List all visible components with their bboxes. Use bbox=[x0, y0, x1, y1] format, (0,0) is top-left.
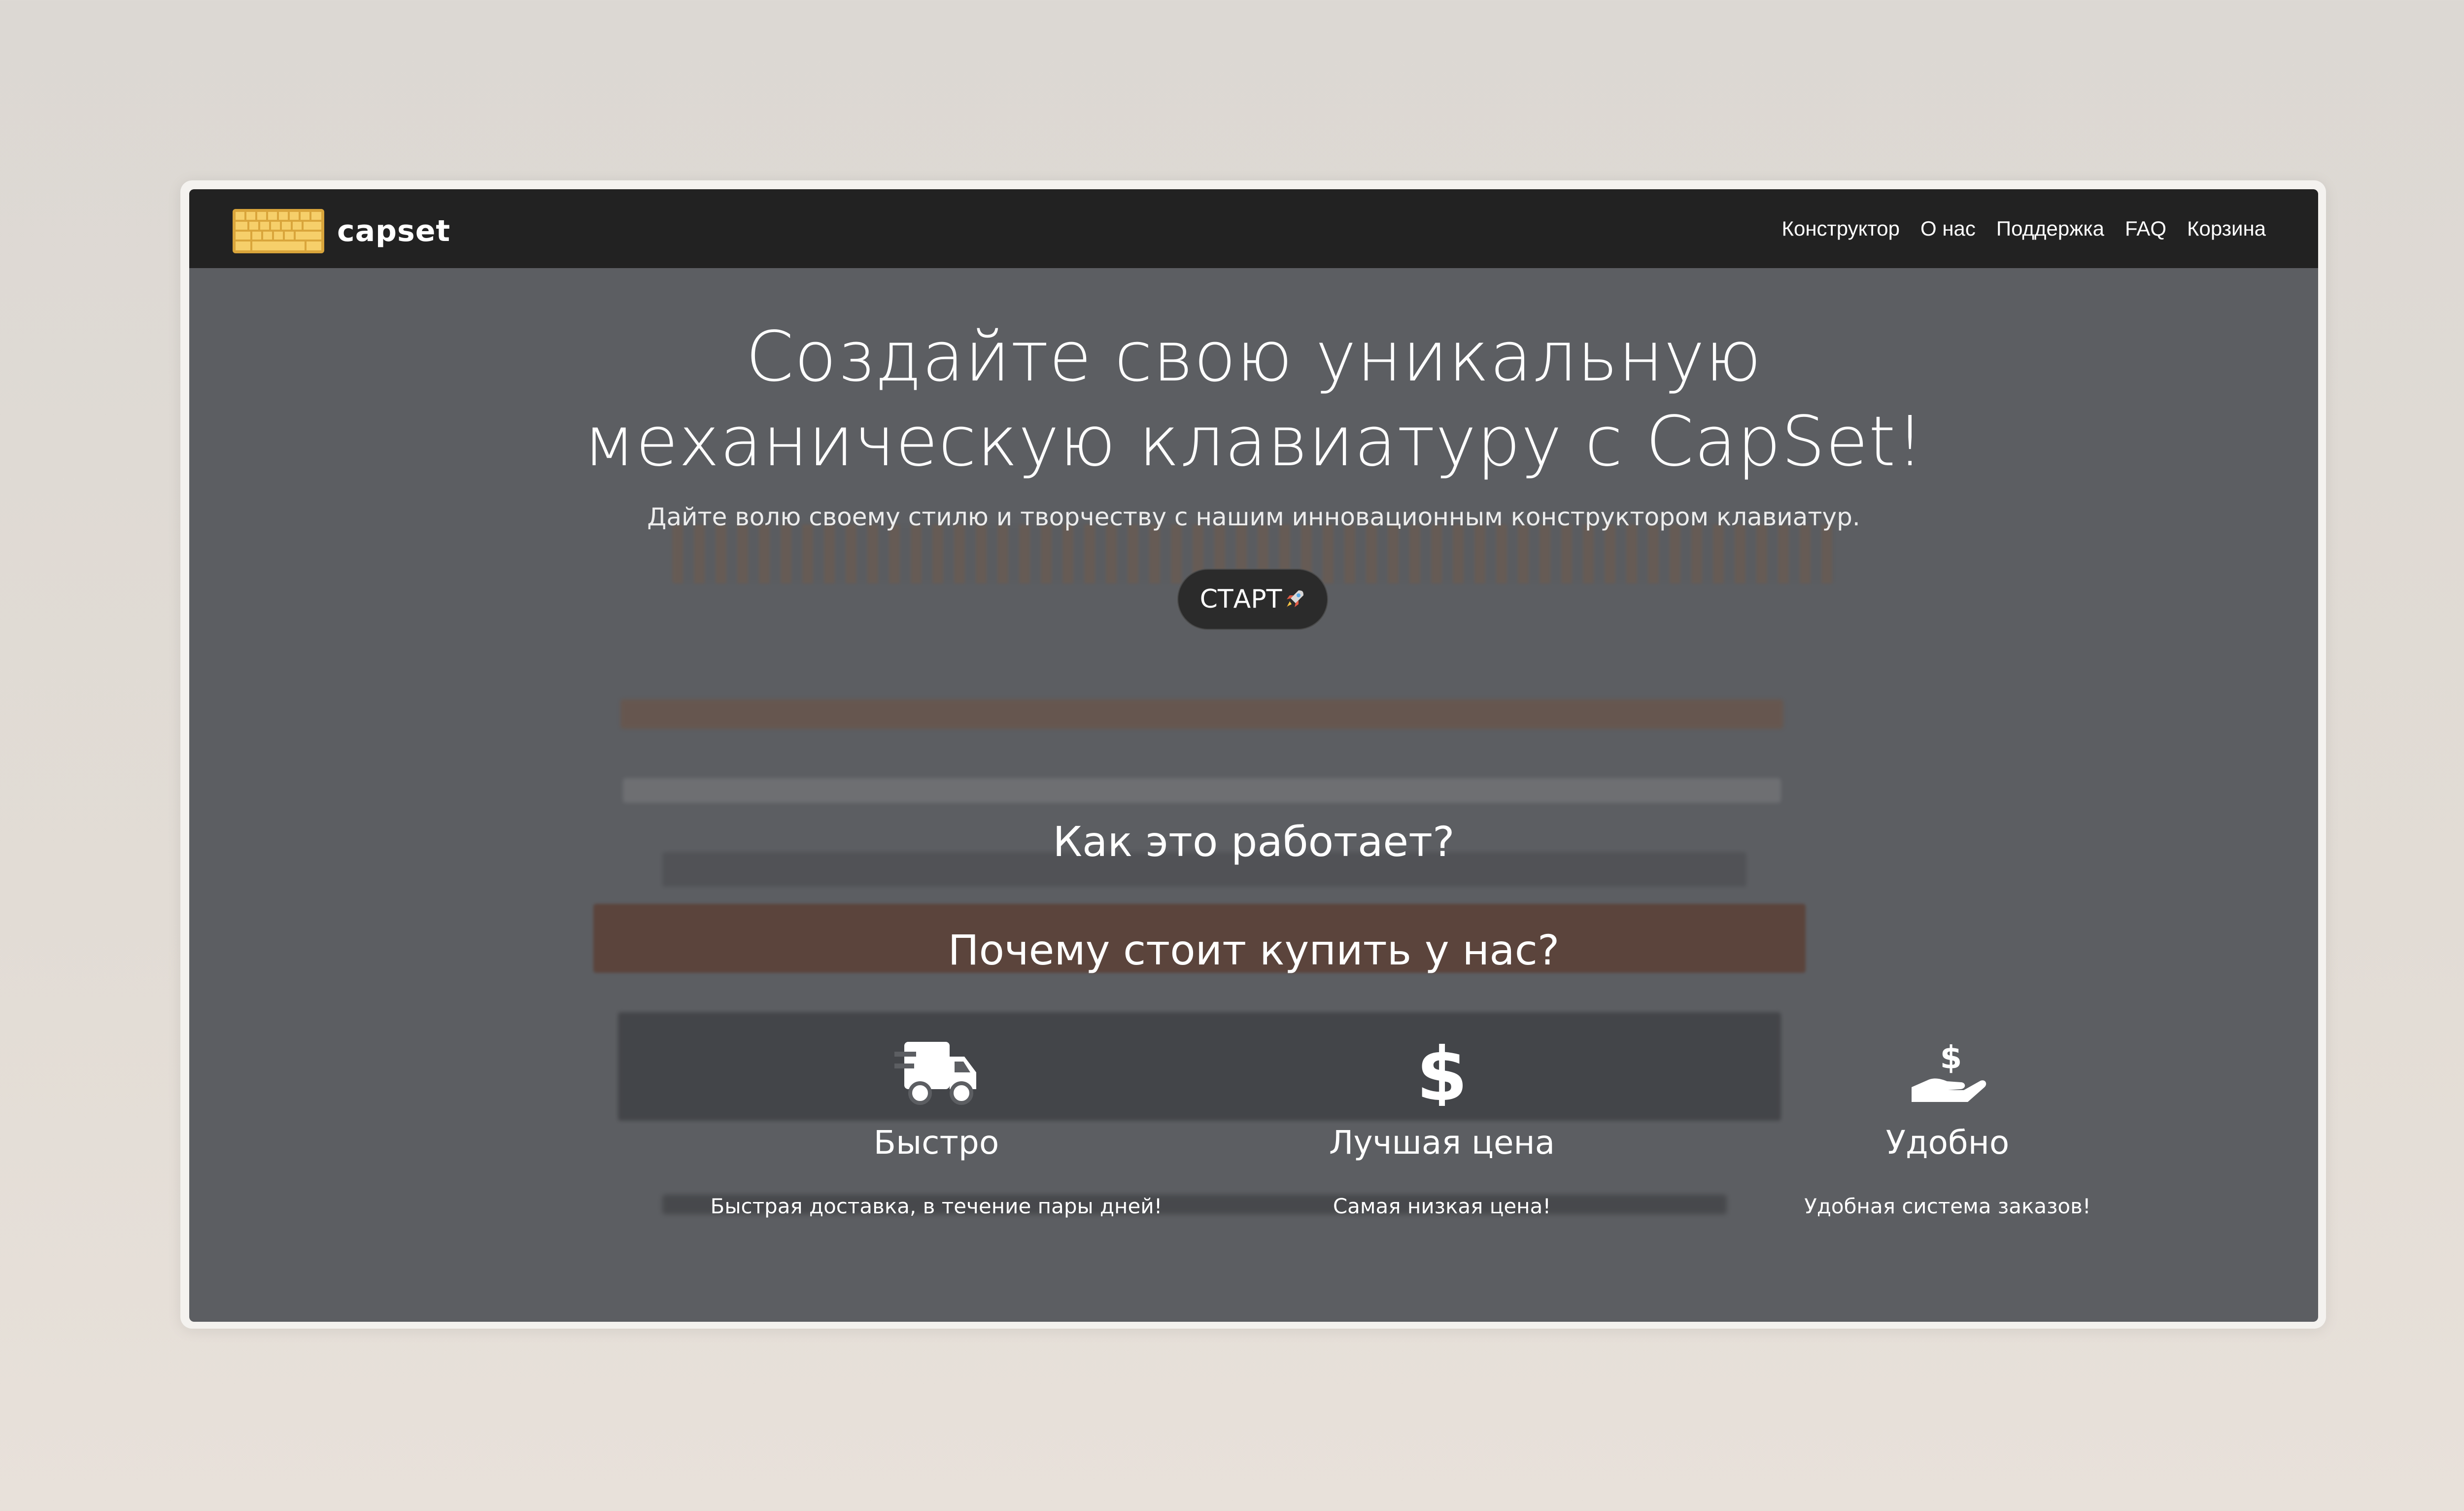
start-button-label: СТАРТ bbox=[1199, 584, 1282, 614]
start-button[interactable]: СТАРТ bbox=[1177, 569, 1328, 630]
why-us-heading: Почему стоит купить у нас? bbox=[948, 926, 1560, 974]
feature-fast-desc: Быстрая доставка, в течение пары дней! bbox=[710, 1194, 1163, 1218]
hero-title-line2: механическую клавиатуру с CapSet! bbox=[583, 402, 1924, 482]
feature-convenient-desc: Удобная система заказов! bbox=[1804, 1194, 2091, 1218]
hand-money-icon: $ bbox=[1912, 1042, 1986, 1102]
svg-text:$: $ bbox=[1940, 1042, 1962, 1076]
feature-fast-title: Быстро bbox=[873, 1124, 999, 1162]
nav-item-about[interactable]: О нас bbox=[1920, 217, 1976, 240]
svg-text:$: $ bbox=[1416, 1042, 1468, 1106]
feature-price: $ Лучшая цена Самая низкая цена! bbox=[1146, 1042, 1738, 1218]
nav-item-constructor[interactable]: Конструктор bbox=[1782, 217, 1900, 240]
hero-subtitle: Дайте волю своему стилю и творчеству с н… bbox=[647, 503, 1860, 531]
nav-item-support[interactable]: Поддержка bbox=[1996, 217, 2104, 240]
hero-title: Создайте свою уникальную механическую кл… bbox=[189, 315, 2318, 484]
nav-item-faq[interactable]: FAQ bbox=[2125, 217, 2166, 240]
feature-price-desc: Самая низкая цена! bbox=[1333, 1194, 1551, 1218]
feature-convenient: $ Удобно Удобная система заказов! bbox=[1652, 1042, 2243, 1218]
feature-fast: Быстро Быстрая доставка, в течение пары … bbox=[641, 1042, 1232, 1218]
page-viewport: capset Конструктор О нас Поддержка FAQ К… bbox=[189, 189, 2318, 1322]
rocket-icon bbox=[1287, 590, 1304, 607]
dollar-icon: $ bbox=[1416, 1042, 1468, 1106]
feature-convenient-title: Удобно bbox=[1885, 1124, 2010, 1162]
wood-layer bbox=[620, 699, 1783, 729]
brand-logo[interactable]: capset bbox=[233, 209, 450, 253]
top-navbar: capset Конструктор О нас Поддержка FAQ К… bbox=[189, 189, 2318, 268]
hero-title-line1: Создайте свою уникальную bbox=[746, 317, 1762, 397]
nav-item-cart[interactable]: Корзина bbox=[2187, 217, 2266, 240]
keyboard-icon bbox=[233, 209, 324, 253]
how-it-works-heading: Как это работает? bbox=[1053, 818, 1455, 866]
brand-name: capset bbox=[337, 214, 451, 248]
plate-layer bbox=[623, 778, 1781, 803]
nav-menu: Конструктор О нас Поддержка FAQ Корзина bbox=[1761, 189, 2266, 268]
feature-price-title: Лучшая цена bbox=[1329, 1124, 1555, 1162]
truck-icon bbox=[894, 1042, 976, 1105]
